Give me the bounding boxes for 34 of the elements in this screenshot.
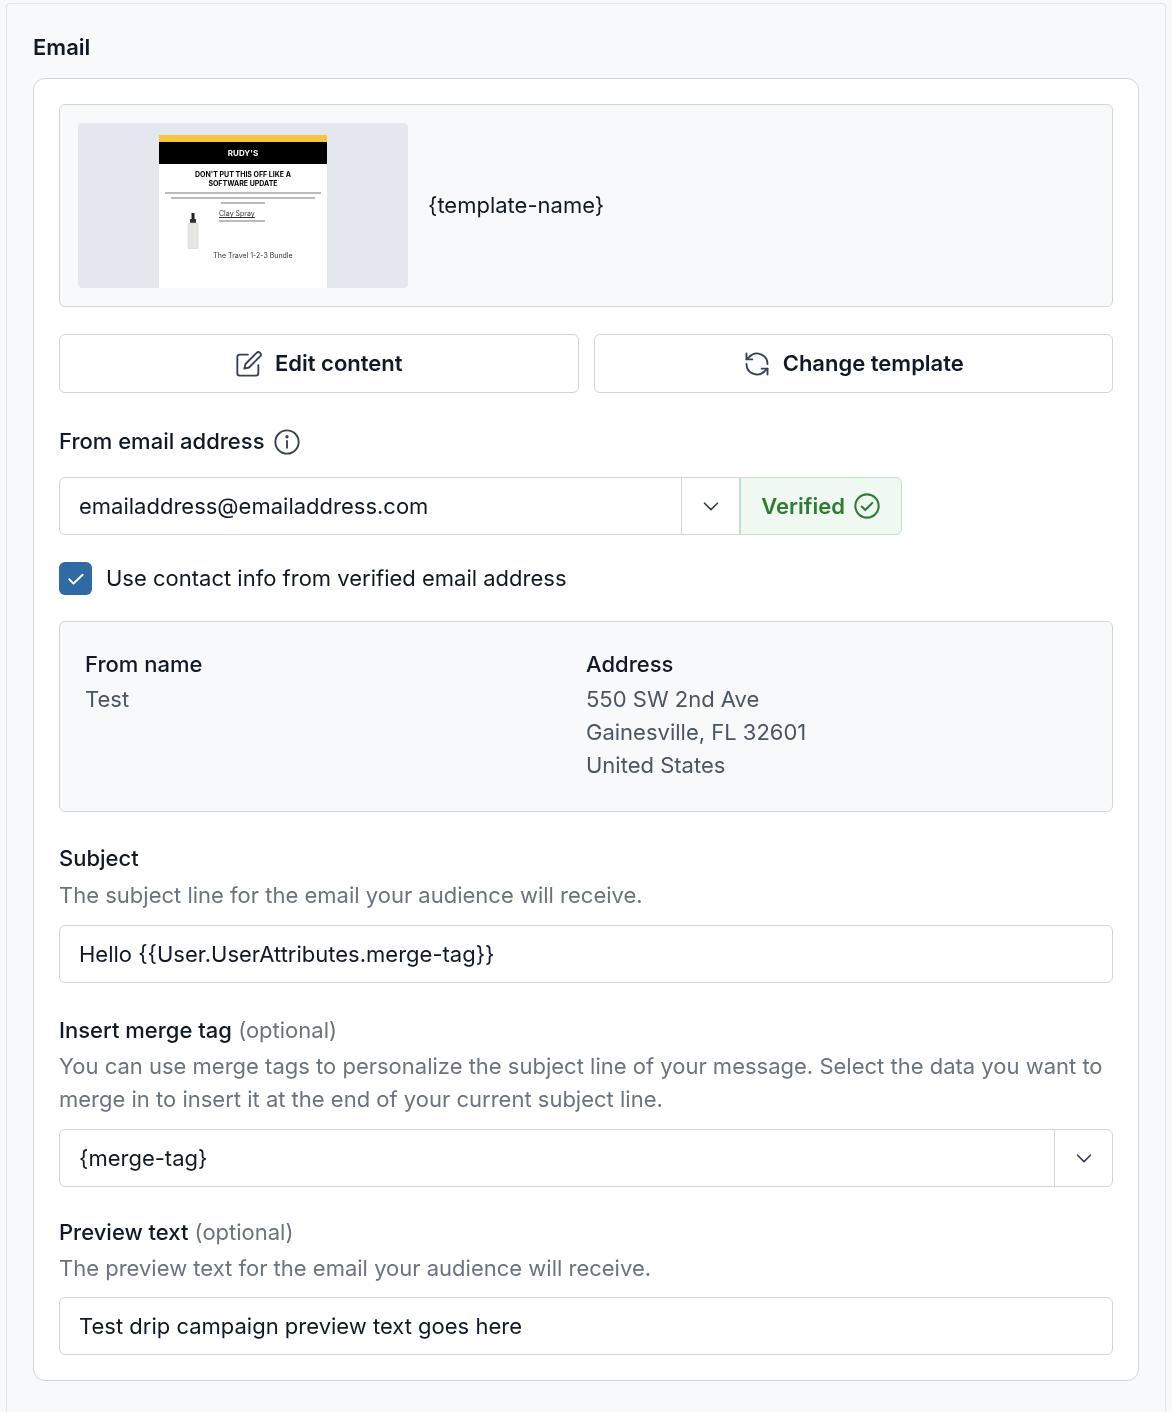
field-label: Insert merge tag [59,1017,232,1043]
merge-tag-select[interactable]: {merge-tag} [59,1129,1113,1187]
brand-header: RUDY'S [159,142,327,164]
template-name: {template-name} [428,191,605,220]
edit-icon [234,349,263,378]
edit-content-button[interactable]: Edit content [59,334,579,393]
address-line: 550 SW 2nd Ave [586,685,761,714]
optional-label: (optional) [194,1219,294,1245]
from-name-label: From name [85,650,204,679]
change-template-button[interactable]: Change template [593,334,1113,393]
verification-badge: Verified [740,477,902,535]
select-value: emailaddress@emailaddress.com [78,491,430,521]
subject-input[interactable]: Hello {{User.UserAttributes.merge-tag}} [59,925,1113,983]
check-circle-icon [853,492,881,520]
info-icon[interactable] [272,427,301,456]
checkbox[interactable] [59,562,92,595]
email-select[interactable]: emailaddress@emailaddress.com [59,477,741,535]
quantity-line-drawing [219,220,265,223]
select-value: {merge-tag} [78,1143,209,1173]
field-label: Preview text [59,1219,189,1245]
optional-label: (optional) [238,1017,337,1043]
preview-text-input[interactable]: Test drip campaign preview text goes here [59,1297,1113,1355]
field-label: From email address [59,427,265,456]
help-text: You can use merge tags to personalize the subject line of your message. Select the data you want to merge in to insert it at the end of your current subject line. [59,1052,1104,1114]
checkbox-label: Use contact info from verified email address [106,564,567,593]
help-text: The preview text for the email your audience will receive. [59,1254,653,1283]
bottle-drawing [187,213,199,249]
address-line: United States [586,751,727,780]
help-text: The subject line for the email your audience will receive. [59,881,644,910]
address-line: Gainesville, FL 32601 [586,718,808,747]
address-label: Address [586,650,675,679]
from-name-value: Test [85,685,131,714]
section-title: Email [33,33,92,62]
field-label: Subject [59,844,140,873]
